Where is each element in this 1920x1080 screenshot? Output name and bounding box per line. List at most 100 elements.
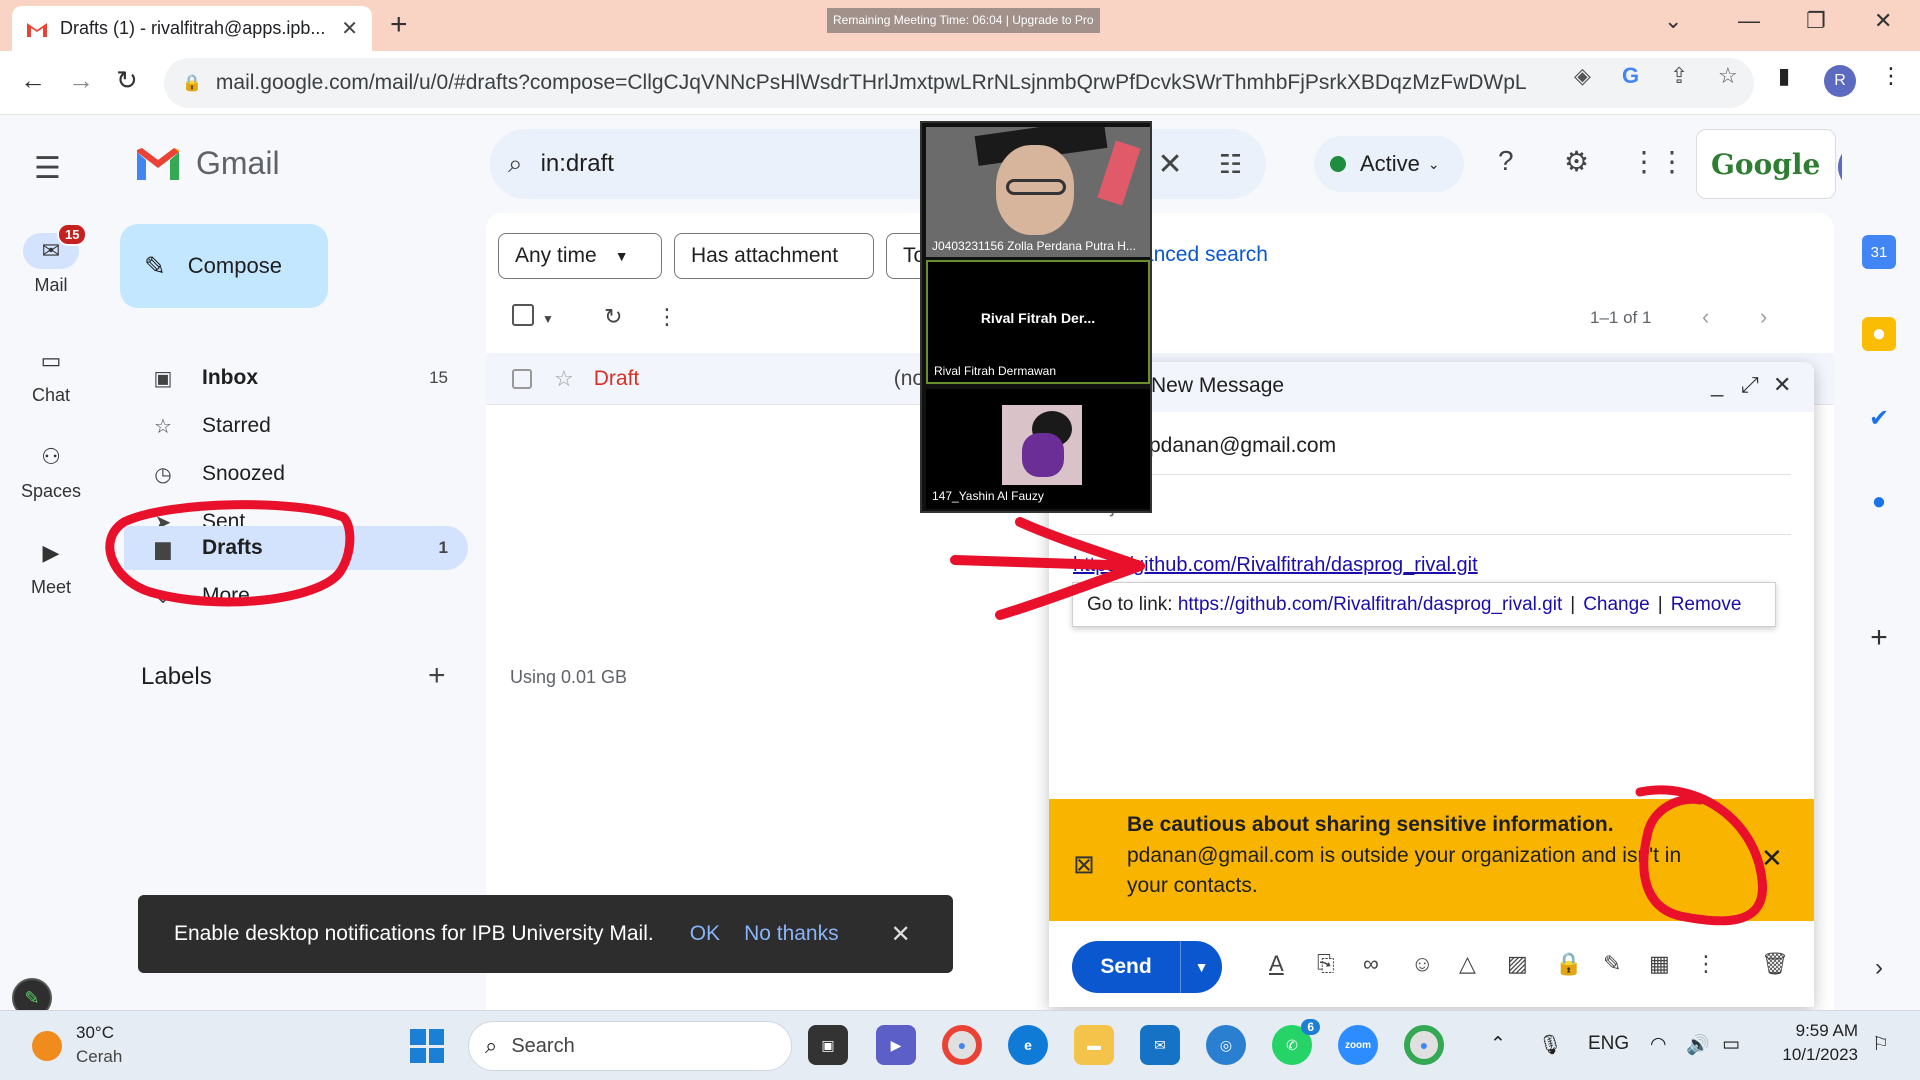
participant-tile[interactable]: 147_Yashin Al Fauzy bbox=[926, 389, 1150, 509]
minimize-compose-icon[interactable]: _ bbox=[1711, 372, 1723, 398]
rail-chat[interactable]: ▭ Chat bbox=[10, 343, 92, 406]
window-close-icon[interactable]: ✕ bbox=[1874, 8, 1892, 34]
clock-time[interactable]: 9:59 AM bbox=[1788, 1021, 1858, 1041]
organization-logo[interactable]: Google bbox=[1696, 129, 1836, 199]
apps-grid-icon[interactable]: ⋮⋮ bbox=[1630, 145, 1686, 178]
clear-search-icon[interactable]: ✕ bbox=[1158, 147, 1183, 182]
browser-menu-icon[interactable]: ⋮ bbox=[1880, 63, 1902, 89]
restore-icon[interactable]: ❐ bbox=[1806, 8, 1826, 34]
select-all-checkbox[interactable] bbox=[512, 304, 534, 326]
bookmark-star-icon[interactable]: ☆ bbox=[1718, 63, 1738, 89]
send-options-icon[interactable]: ▼ bbox=[1180, 941, 1222, 993]
refresh-icon[interactable]: ↻ bbox=[604, 304, 622, 330]
insert-link-icon[interactable]: ∞ bbox=[1363, 951, 1379, 977]
meeting-time-banner[interactable]: Remaining Meeting Time: 06:04 | Upgrade … bbox=[827, 8, 1100, 33]
attach-icon[interactable]: ⎘ bbox=[1317, 951, 1335, 977]
google-icon[interactable]: G bbox=[1622, 63, 1639, 89]
contacts-icon[interactable]: ● bbox=[1862, 485, 1896, 519]
whatsapp-icon[interactable]: ✆ 6 bbox=[1272, 1019, 1320, 1065]
minimize-icon[interactable]: — bbox=[1738, 8, 1760, 34]
share-icon[interactable]: ⇪ bbox=[1670, 63, 1688, 89]
close-compose-icon[interactable]: ✕ bbox=[1773, 372, 1791, 398]
body-link[interactable]: https://github.com/Rivalfitrah/dasprog_r… bbox=[1073, 554, 1478, 577]
send-button[interactable]: Send ▼ bbox=[1072, 941, 1222, 993]
notifications-icon[interactable]: ⚐ bbox=[1872, 1033, 1889, 1056]
rail-mail[interactable]: ✉ 15 Mail bbox=[10, 223, 92, 296]
schedule-icon[interactable]: ▦ bbox=[1649, 951, 1670, 977]
compose-button[interactable]: ✎ Compose bbox=[120, 224, 328, 308]
clock-date[interactable]: 10/1/2023 bbox=[1768, 1045, 1858, 1065]
weather-description[interactable]: Cerah bbox=[76, 1047, 122, 1067]
compose-header[interactable]: New Message _ ⤢ ✕ bbox=[1049, 362, 1814, 412]
signature-icon[interactable]: ✎ bbox=[1603, 951, 1621, 977]
chrome-profile-icon[interactable]: ● bbox=[1404, 1025, 1444, 1065]
sidebar-item-starred[interactable]: ☆ Starred bbox=[124, 404, 468, 448]
calendar-icon[interactable]: 31 bbox=[1862, 235, 1896, 269]
tab-close-icon[interactable]: ✕ bbox=[341, 16, 358, 41]
expand-panel-icon[interactable]: › bbox=[1862, 951, 1896, 985]
emoji-icon[interactable]: ☺ bbox=[1411, 951, 1433, 977]
keep-icon[interactable]: ● bbox=[1862, 317, 1896, 351]
windows-start-icon[interactable] bbox=[410, 1029, 444, 1063]
tasks-icon[interactable]: ✔ bbox=[1862, 401, 1896, 435]
microphone-icon[interactable]: 🎙 bbox=[1538, 1033, 1562, 1057]
recipient-field[interactable]: pdanan@gmail.com bbox=[1149, 434, 1336, 458]
zoom-icon[interactable]: zoom bbox=[1338, 1025, 1378, 1065]
address-url[interactable]: mail.google.com/mail/u/0/#drafts?compose… bbox=[216, 71, 1556, 95]
star-icon[interactable]: ☆ bbox=[554, 366, 574, 392]
task-view-icon[interactable]: ▣ bbox=[808, 1025, 848, 1065]
more-options-icon[interactable]: ⋮ bbox=[656, 304, 678, 330]
extension-icon[interactable]: ◈ bbox=[1574, 63, 1591, 89]
weather-sun-icon[interactable] bbox=[32, 1031, 62, 1061]
show-hidden-icons-icon[interactable]: ⌃ bbox=[1490, 1033, 1506, 1056]
previous-page-icon[interactable]: ‹ bbox=[1702, 304, 1709, 330]
select-dropdown-icon[interactable]: ▼ bbox=[542, 312, 554, 326]
status-selector[interactable]: Active ⌄ bbox=[1314, 136, 1464, 192]
lock-icon[interactable]: 🔒 bbox=[182, 73, 202, 93]
video-meeting-overlay[interactable]: J0403231156 Zolla Perdana Putra H... Riv… bbox=[920, 121, 1152, 513]
volume-icon[interactable]: 🔊 bbox=[1686, 1033, 1710, 1057]
insert-photo-icon[interactable]: ▨ bbox=[1507, 951, 1528, 977]
filter-chip-has-attachment[interactable]: Has attachment bbox=[674, 233, 874, 279]
fullscreen-compose-icon[interactable]: ⤢ bbox=[1741, 372, 1759, 398]
add-addon-icon[interactable]: + bbox=[1862, 621, 1896, 655]
toast-ok-button[interactable]: OK bbox=[690, 922, 720, 946]
toast-close-icon[interactable]: ✕ bbox=[891, 920, 911, 949]
more-options-icon[interactable]: ⋮ bbox=[1695, 951, 1717, 977]
formatting-icon[interactable]: A bbox=[1269, 951, 1284, 977]
toast-no-thanks-button[interactable]: No thanks bbox=[744, 922, 839, 946]
new-tab-icon[interactable]: + bbox=[390, 8, 408, 42]
discard-draft-icon[interactable]: 🗑 bbox=[1761, 951, 1789, 977]
participant-tile[interactable]: J0403231156 Zolla Perdana Putra H... bbox=[926, 127, 1150, 257]
tab-search-chevron-icon[interactable]: ⌄ bbox=[1664, 8, 1682, 34]
sidebar-item-drafts[interactable]: ▆ Drafts 1 bbox=[124, 526, 468, 570]
gmail-logo[interactable]: Gmail bbox=[134, 145, 280, 182]
reload-icon[interactable]: ↻ bbox=[116, 65, 138, 96]
help-icon[interactable]: ? bbox=[1498, 145, 1514, 177]
main-menu-icon[interactable]: ☰ bbox=[34, 151, 61, 186]
sidebar-item-snoozed[interactable]: ◷ Snoozed bbox=[124, 452, 468, 496]
browser-app-icon[interactable]: ◎ bbox=[1206, 1025, 1246, 1065]
dismiss-warning-icon[interactable]: ✕ bbox=[1761, 843, 1783, 874]
next-page-icon[interactable]: › bbox=[1760, 304, 1767, 330]
change-link-button[interactable]: Change bbox=[1583, 594, 1650, 616]
participant-tile-active[interactable]: Rival Fitrah Der... Rival Fitrah Dermawa… bbox=[926, 260, 1150, 384]
go-to-link[interactable]: https://github.com/Rivalfitrah/dasprog_r… bbox=[1178, 594, 1562, 616]
browser-profile-avatar[interactable]: R bbox=[1824, 65, 1856, 97]
file-explorer-icon[interactable]: ▬ bbox=[1074, 1025, 1114, 1065]
weather-temperature[interactable]: 30°C bbox=[76, 1023, 114, 1043]
settings-gear-icon[interactable]: ⚙ bbox=[1564, 145, 1589, 178]
browser-tab[interactable]: Drafts (1) - rivalfitrah@apps.ipb... ✕ bbox=[12, 6, 372, 51]
mail-app-icon[interactable]: ✉ bbox=[1140, 1025, 1180, 1065]
wifi-icon[interactable]: ◠ bbox=[1650, 1033, 1667, 1056]
address-bar[interactable]: 🔒 mail.google.com/mail/u/0/#drafts?compo… bbox=[164, 58, 1754, 108]
taskbar-search[interactable]: ⌕ Search bbox=[468, 1021, 792, 1071]
forward-icon[interactable]: → bbox=[68, 65, 94, 96]
row-checkbox[interactable] bbox=[512, 368, 532, 389]
rail-spaces[interactable]: ⚇ Spaces bbox=[10, 439, 92, 502]
battery-icon[interactable]: ▭ bbox=[1722, 1033, 1740, 1056]
teams-icon[interactable]: ▶ bbox=[876, 1025, 916, 1065]
remove-link-button[interactable]: Remove bbox=[1671, 594, 1742, 616]
search-icon[interactable]: ⌕ bbox=[508, 148, 523, 180]
add-label-icon[interactable]: + bbox=[428, 659, 446, 693]
